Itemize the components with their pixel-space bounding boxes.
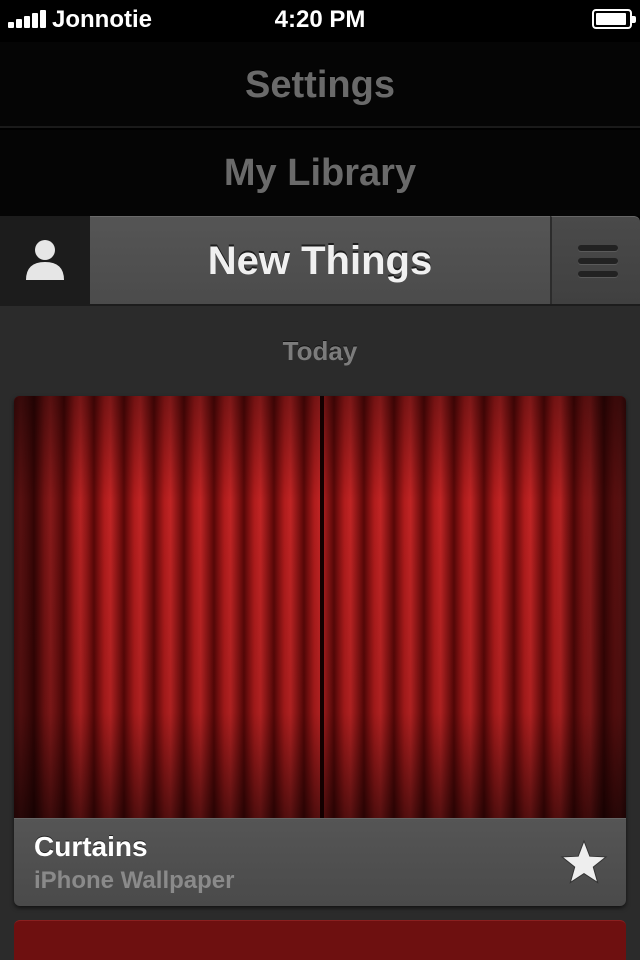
card-subtitle: iPhone Wallpaper bbox=[34, 867, 235, 894]
feed-content[interactable]: Today Curtains iPhone Wallpaper bbox=[0, 304, 640, 960]
feed-card-next[interactable] bbox=[14, 920, 626, 960]
feed-card[interactable]: Curtains iPhone Wallpaper bbox=[14, 396, 626, 906]
person-icon bbox=[26, 240, 64, 280]
menu-item-my-library[interactable]: My Library bbox=[0, 130, 640, 216]
battery-icon bbox=[592, 9, 636, 29]
menu-item-settings[interactable]: Settings bbox=[0, 42, 640, 128]
title-panel: New Things bbox=[90, 216, 550, 304]
hamburger-menu-icon bbox=[578, 245, 618, 277]
curtains-wallpaper-image[interactable] bbox=[14, 396, 626, 818]
card-title: Curtains bbox=[34, 831, 148, 862]
page-title: New Things bbox=[207, 239, 433, 283]
section-label-today: Today bbox=[282, 336, 358, 366]
profile-button[interactable] bbox=[0, 216, 90, 304]
status-bar: Jonnotie 4:20 PM bbox=[0, 0, 640, 40]
status-time: 4:20 PM bbox=[274, 6, 366, 33]
menu-button[interactable] bbox=[550, 216, 640, 304]
card-footer: Curtains iPhone Wallpaper bbox=[14, 818, 626, 906]
star-icon[interactable] bbox=[560, 839, 608, 887]
nav-header: New Things bbox=[0, 216, 640, 304]
